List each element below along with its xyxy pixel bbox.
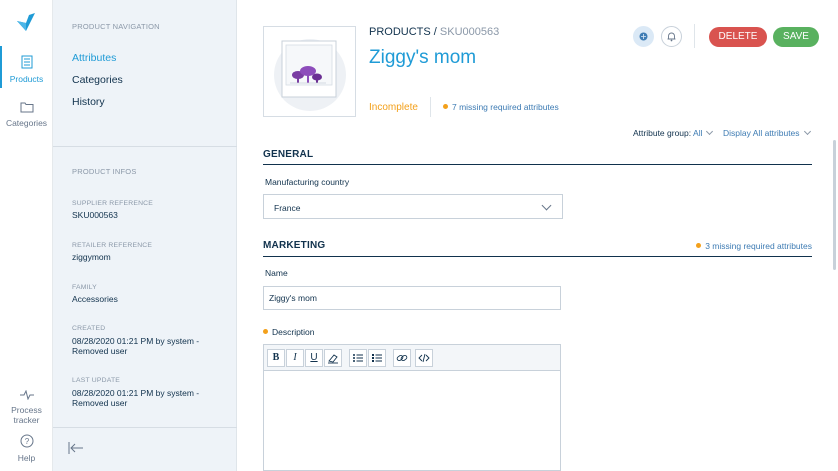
name-label: Name [265,268,288,278]
numbered-list-button[interactable] [368,349,386,367]
akeneo-logo-icon[interactable] [15,9,37,33]
attribute-group-value[interactable]: All [693,128,702,138]
created-label: CREATED [72,325,106,332]
chevron-down-icon [803,127,811,136]
breadcrumb-products[interactable]: PRODUCTS [369,26,431,38]
activity-icon [19,389,34,401]
bullet-list-button[interactable] [349,349,367,367]
product-navigation-panel: PRODUCT NAVIGATION Attributes Categories… [53,0,237,471]
status-divider [430,97,431,117]
link-button[interactable] [393,349,411,367]
section-marketing-title: MARKETING [263,240,326,251]
products-icon [21,55,32,69]
manufacturing-country-value: France [274,203,301,213]
required-dot-icon [263,329,268,335]
product-edit-form: PRODUCTS / SKU000563 Ziggy's mom Incompl… [237,0,838,471]
help-icon: ? [20,434,33,448]
family-value: Accessories [72,294,118,304]
supplier-reference-value: SKU000563 [72,210,118,220]
product-title: Ziggy's mom [369,47,477,68]
product-image-icon [274,39,346,111]
retailer-reference-value: ziggymom [72,252,111,262]
display-attributes-value[interactable]: Display All attributes [723,128,800,138]
shared-catalog-button[interactable] [633,26,654,47]
bell-icon [667,32,676,42]
notification-button[interactable] [661,26,682,47]
display-attributes-filter[interactable]: Display All attributes [723,127,811,138]
app-rail: Products Categories Process tracker ? He… [0,0,53,471]
folder-icon [20,102,33,113]
rail-item-help[interactable]: ? Help [0,434,53,463]
collapse-panel-icon[interactable] [68,441,84,455]
panel-divider [53,146,237,147]
section-general-title: GENERAL [263,149,314,160]
created-value: 08/28/2020 01:21 PM by system - Removed … [72,336,200,356]
missing-attributes-link[interactable]: 7 missing required attributes [443,102,559,112]
breadcrumb: PRODUCTS / SKU000563 [369,26,499,38]
bold-button[interactable]: B [267,349,285,367]
svg-text:?: ? [24,437,29,446]
save-button[interactable]: SAVE [773,27,819,47]
section-marketing-divider [263,256,812,257]
attribute-group-filter[interactable]: Attribute group: All [633,127,714,138]
underline-button[interactable]: U [305,349,323,367]
retailer-reference-label: RETAILER REFERENCE [72,242,153,249]
source-code-button[interactable] [415,349,433,367]
scrollbar-thumb[interactable] [833,140,836,270]
manufacturing-country-select[interactable]: France [263,194,563,219]
rail-item-process-tracker[interactable]: Process tracker [0,389,53,425]
rail-products-label: Products [9,74,44,84]
family-label: FAMILY [72,284,97,291]
last-update-label: LAST UPDATE [72,377,121,384]
manufacturing-country-label: Manufacturing country [265,177,350,187]
nav-item-attributes[interactable]: Attributes [72,52,116,64]
attribute-group-label: Attribute group: [633,128,692,138]
name-input[interactable] [263,286,561,310]
description-label: Description [272,327,315,337]
marketing-missing-attributes-link[interactable]: 3 missing required attributes [696,241,812,251]
missing-dot-icon [443,104,448,110]
section-general-divider [263,164,812,165]
supplier-reference-label: SUPPLIER REFERENCE [72,200,154,207]
rail-help-label: Help [17,453,36,463]
missing-dot-icon [696,243,702,249]
rail-process-tracker-label: Process tracker [11,405,42,425]
nav-item-history[interactable]: History [72,96,105,108]
bullet-list-icon [353,354,363,362]
italic-button[interactable]: I [286,349,304,367]
editor-toolbar: B I U [264,345,560,371]
chevron-down-icon [541,200,552,211]
rail-item-categories[interactable]: Categories [0,101,53,128]
chevron-down-icon [706,127,714,136]
rail-item-products[interactable]: Products [0,55,53,84]
breadcrumb-sku: SKU000563 [439,26,500,38]
product-thumbnail[interactable] [263,26,356,117]
panel-divider-bottom [53,427,237,428]
product-infos-title: PRODUCT INFOS [72,167,137,176]
description-editor[interactable]: B I U [263,344,561,471]
globe-icon [639,32,648,41]
rail-categories-label: Categories [5,118,48,128]
last-update-value: 08/28/2020 01:21 PM by system - Removed … [72,388,200,408]
completeness-status[interactable]: Incomplete [369,102,418,113]
code-icon [418,353,430,363]
product-navigation-title: PRODUCT NAVIGATION [72,22,160,31]
header-actions-divider [694,24,695,48]
description-label-wrap: Description [263,327,315,337]
link-icon [396,354,408,362]
missing-attributes-text: 7 missing required attributes [452,102,559,112]
clear-format-button[interactable] [324,349,342,367]
numbered-list-icon [372,354,382,362]
breadcrumb-separator: / [430,26,440,38]
eraser-icon [328,354,338,364]
delete-button[interactable]: DELETE [709,27,767,47]
nav-item-categories[interactable]: Categories [72,74,123,86]
marketing-missing-text: 3 missing required attributes [705,241,812,251]
